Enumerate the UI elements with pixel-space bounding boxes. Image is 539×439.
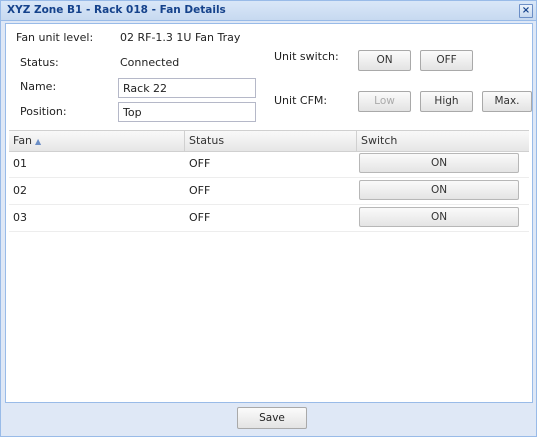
table-row[interactable]: 01 OFF ON	[9, 151, 529, 178]
column-header-status[interactable]: Status	[185, 131, 357, 151]
name-field[interactable]	[118, 78, 256, 98]
position-label: Position:	[20, 105, 67, 118]
status-value: Connected	[120, 56, 180, 69]
column-header-switch[interactable]: Switch	[357, 131, 531, 151]
fan-status: OFF	[189, 157, 211, 170]
table-row[interactable]: 02 OFF ON	[9, 178, 529, 205]
sort-ascending-icon: ▲	[35, 137, 42, 146]
fan-unit-level-label: Fan unit level:	[16, 31, 94, 44]
fan-on-button[interactable]: ON	[359, 207, 519, 227]
cfm-high-button[interactable]: High	[420, 91, 473, 112]
save-button[interactable]: Save	[237, 407, 307, 429]
title-bar[interactable]: XYZ Zone B1 - Rack 018 - Fan Details ×	[1, 1, 536, 21]
unit-cfm-label: Unit CFM:	[274, 94, 328, 107]
fan-details-dialog: XYZ Zone B1 - Rack 018 - Fan Details × F…	[0, 0, 537, 437]
fan-status: OFF	[189, 184, 211, 197]
window-title: XYZ Zone B1 - Rack 018 - Fan Details	[7, 4, 226, 16]
table-row[interactable]: 03 OFF ON	[9, 205, 529, 232]
column-header-fan[interactable]: Fan ▲	[9, 131, 185, 151]
fan-unit-level-value: 02 RF-1.3 1U Fan Tray	[120, 31, 241, 44]
cfm-max-button[interactable]: Max.	[482, 91, 532, 112]
status-label: Status:	[20, 56, 59, 69]
cfm-low-button[interactable]: Low	[358, 91, 411, 112]
fan-on-button[interactable]: ON	[359, 153, 519, 173]
fan-grid-header: Fan ▲ Status Switch	[9, 130, 529, 152]
position-field[interactable]	[118, 102, 256, 122]
fan-id: 02	[13, 184, 27, 197]
fan-status: OFF	[189, 211, 211, 224]
column-header-fan-label: Fan	[13, 134, 33, 147]
fan-on-button[interactable]: ON	[359, 180, 519, 200]
fan-id: 03	[13, 211, 27, 224]
unit-switch-off-button[interactable]: OFF	[420, 50, 473, 71]
fan-id: 01	[13, 157, 27, 170]
unit-switch-label: Unit switch:	[274, 50, 339, 63]
close-icon[interactable]: ×	[519, 4, 533, 18]
name-label: Name:	[20, 80, 57, 93]
dialog-body: Fan unit level: 02 RF-1.3 1U Fan Tray St…	[5, 23, 533, 403]
unit-switch-on-button[interactable]: ON	[358, 50, 411, 71]
